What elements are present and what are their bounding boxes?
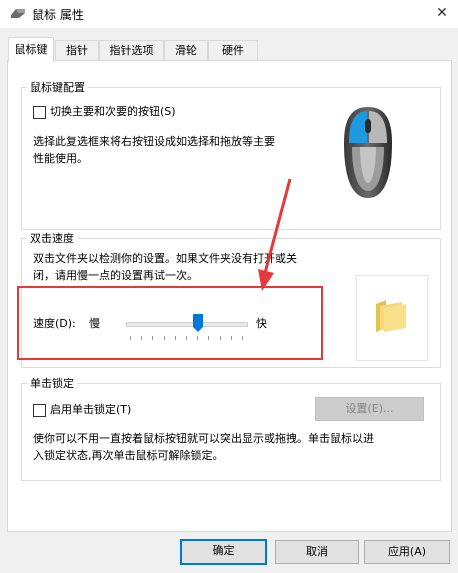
folder-icon[interactable] (374, 298, 408, 334)
speed-slider-track[interactable] (126, 322, 248, 327)
tab-pointer-options[interactable]: 指针选项 (99, 40, 164, 61)
ok-button[interactable]: 确定 (180, 539, 267, 565)
apply-button[interactable]: 应用(A) (364, 540, 450, 564)
double-click-label: 双击速度 (27, 230, 77, 246)
slider-tick (197, 336, 199, 340)
close-button[interactable]: ✕ (430, 2, 454, 24)
speed-slider-thumb[interactable] (193, 314, 203, 332)
fast-label: 快 (256, 317, 267, 330)
slider-tick (186, 336, 187, 340)
click-lock-description-2: 入锁定状态,再次单击鼠标可解除锁定。 (33, 449, 224, 462)
tab-buttons[interactable]: 鼠标键 (8, 37, 54, 62)
click-lock-checkbox-label[interactable]: 启用单击锁定(T) (50, 401, 131, 418)
slider-tick (208, 336, 210, 340)
slider-tick (242, 336, 243, 340)
slider-tick (152, 336, 154, 340)
click-lock-label: 单击锁定 (27, 375, 77, 391)
switch-buttons-checkbox[interactable] (33, 106, 46, 119)
cancel-button[interactable]: 取消 (275, 540, 359, 564)
slider-tick (163, 336, 165, 340)
tab-pointers[interactable]: 指针 (55, 40, 99, 61)
tab-wheel[interactable]: 滑轮 (164, 40, 208, 61)
button-config-description-2: 性能使用。 (33, 152, 88, 165)
slider-tick (130, 336, 131, 340)
slow-label: 慢 (89, 317, 100, 330)
double-click-description-2: 闭，请用慢一点的设置再试一次。 (33, 269, 198, 282)
window-title: 鼠标 属性 (32, 8, 84, 22)
speed-label: 速度(D): (33, 317, 76, 330)
mouse-app-icon (11, 9, 25, 18)
slider-tick (230, 336, 232, 340)
click-lock-description-1: 使你可以不用一直按着鼠标按钮就可以突出显示或拖拽。单击鼠标以进 (33, 432, 374, 445)
button-config-label: 鼠标键配置 (27, 79, 88, 95)
button-config-description-1: 选择此复选框来将右按钮设成如选择和拖放等主要 (33, 135, 275, 148)
switch-buttons-label[interactable]: 切换主要和次要的按钮(S) (50, 103, 176, 120)
annotation-arrow-icon (258, 178, 292, 291)
slider-tick (174, 336, 176, 340)
slider-tick (219, 336, 221, 340)
click-lock-settings-button[interactable]: 设置(E)... (315, 397, 424, 421)
mouse-illustration (344, 107, 392, 198)
slider-tick (141, 336, 143, 340)
click-lock-checkbox[interactable] (33, 404, 46, 417)
tab-hardware[interactable]: 硬件 (208, 40, 258, 61)
